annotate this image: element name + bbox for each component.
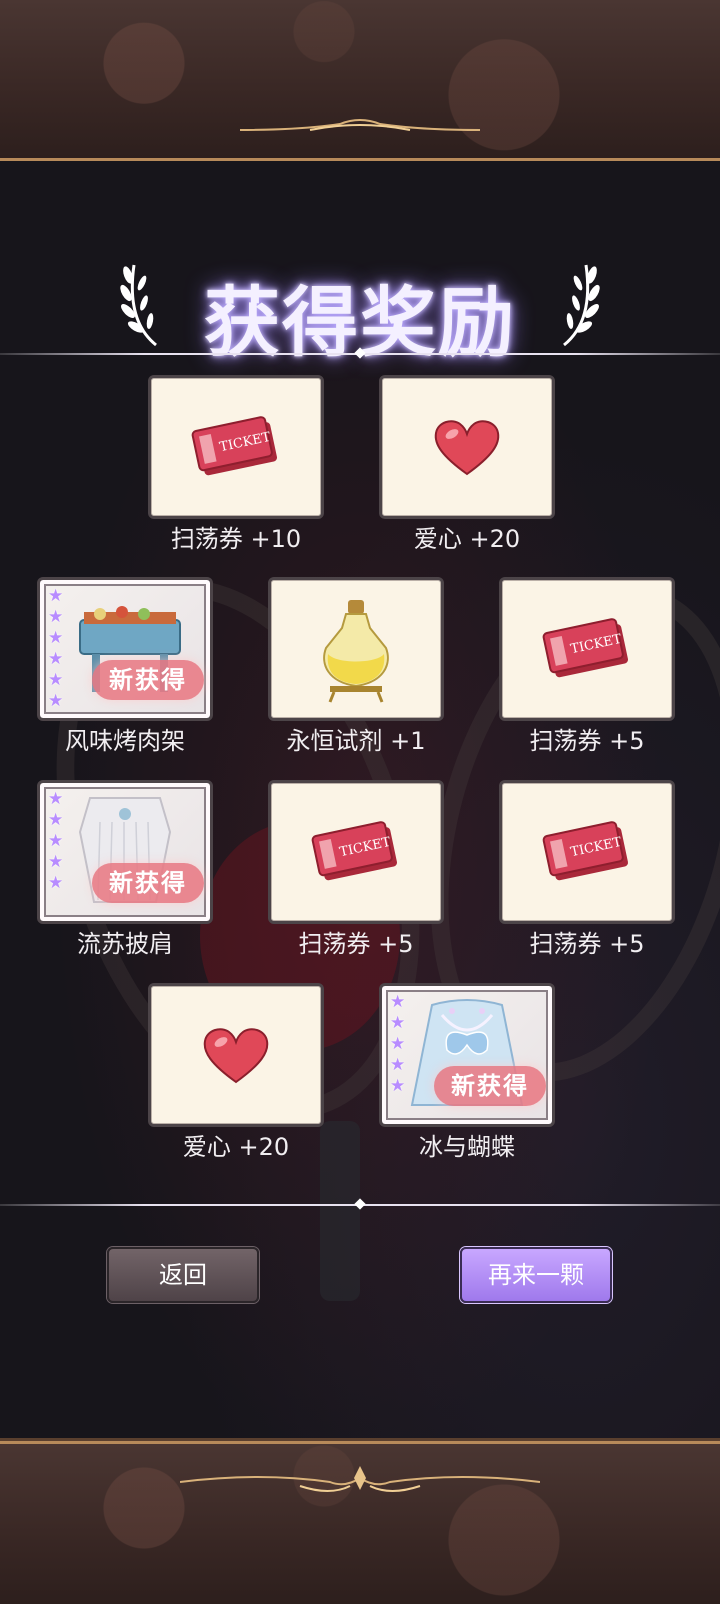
star-icon: ★ — [390, 1076, 406, 1096]
back-button[interactable]: 返回 — [107, 1247, 259, 1303]
rarity-stars: ★ ★ ★ ★ ★ ★ — [48, 586, 63, 712]
reward-card: TICKET — [499, 577, 675, 721]
reward-card: TICKET — [148, 375, 324, 519]
star-icon: ★ — [48, 852, 64, 872]
reward-item[interactable]: 爱心 +20 — [379, 375, 555, 565]
star-icon: ★ — [48, 628, 64, 648]
new-badge: 新获得 — [434, 1066, 546, 1106]
reward-card: ★ ★ ★ ★ ★ ★ 新获得 — [37, 577, 213, 721]
star-icon: ★ — [48, 586, 64, 606]
reward-label: 冰与蝴蝶 — [419, 1133, 515, 1161]
ticket-icon: TICKET — [542, 821, 628, 881]
reward-card: ★ ★ ★ ★ ★ 新获得 — [379, 983, 555, 1127]
reward-item[interactable]: ★ ★ ★ ★ ★ 新获得 流苏披肩 — [37, 780, 213, 970]
reward-label: 风味烤肉架 — [65, 727, 185, 755]
reward-label: 扫荡券 +10 — [170, 525, 302, 553]
new-badge: 新获得 — [92, 863, 204, 903]
reward-card: TICKET — [499, 780, 675, 924]
reward-card: TICKET — [268, 780, 444, 924]
star-icon: ★ — [48, 831, 64, 851]
heart-icon — [434, 420, 500, 476]
reward-label: 扫荡券 +5 — [529, 727, 645, 755]
reward-card — [148, 983, 324, 1127]
potion-flask-icon — [323, 600, 389, 703]
star-icon: ★ — [48, 789, 64, 809]
reward-panel: 获得奖励 TICKET 扫荡券 +10 爱心 +20 ★ ★ ★ ★ ★ ★ 新… — [0, 161, 720, 1441]
star-icon: ★ — [390, 1034, 406, 1054]
star-icon: ★ — [48, 670, 64, 690]
reward-item[interactable]: TICKET 扫荡券 +10 — [148, 375, 324, 565]
bottom-ornament-icon — [180, 1466, 540, 1492]
top-frame-band — [0, 0, 720, 161]
reward-item[interactable]: TICKET 扫荡券 +5 — [499, 577, 675, 767]
star-icon: ★ — [390, 992, 406, 1012]
ticket-icon: TICKET — [191, 416, 277, 476]
reward-label: 爱心 +20 — [182, 1133, 290, 1161]
reward-item[interactable]: TICKET 扫荡券 +5 — [268, 780, 444, 970]
star-icon: ★ — [48, 810, 64, 830]
reward-label: 爱心 +20 — [413, 525, 521, 553]
new-badge: 新获得 — [92, 660, 204, 700]
reward-item[interactable]: 爱心 +20 — [148, 983, 324, 1173]
reward-label: 流苏披肩 — [77, 930, 173, 958]
draw-again-button[interactable]: 再来一颗 — [460, 1247, 612, 1303]
star-icon: ★ — [48, 873, 64, 893]
reward-item[interactable]: ★ ★ ★ ★ ★ 新获得 冰与蝴蝶 — [379, 983, 555, 1173]
heart-icon — [203, 1028, 269, 1084]
star-icon: ★ — [390, 1055, 406, 1075]
laurel-right-icon — [563, 264, 600, 347]
reward-item[interactable]: ★ ★ ★ ★ ★ ★ 新获得 风味烤肉架 — [37, 577, 213, 767]
star-icon: ★ — [48, 607, 64, 627]
rarity-stars: ★ ★ ★ ★ ★ — [48, 789, 63, 894]
bottom-frame-band — [0, 1441, 720, 1604]
reward-item[interactable]: 永恒试剂 +1 — [268, 577, 444, 767]
top-ornament-icon — [240, 119, 480, 131]
star-icon: ★ — [390, 1013, 406, 1033]
reward-card: ★ ★ ★ ★ ★ 新获得 — [37, 780, 213, 924]
reward-card — [268, 577, 444, 721]
rarity-stars: ★ ★ ★ ★ ★ — [390, 992, 405, 1097]
ticket-icon: TICKET — [311, 821, 397, 881]
reward-label: 扫荡券 +5 — [298, 930, 414, 958]
ticket-icon: TICKET — [542, 618, 628, 678]
divider-top — [0, 347, 720, 359]
reward-item[interactable]: TICKET 扫荡券 +5 — [499, 780, 675, 970]
reward-label: 扫荡券 +5 — [529, 930, 645, 958]
divider-bottom — [0, 1198, 720, 1210]
reward-label: 永恒试剂 +1 — [286, 727, 426, 755]
star-icon: ★ — [48, 649, 64, 669]
star-icon: ★ — [48, 691, 64, 711]
reward-card — [379, 375, 555, 519]
